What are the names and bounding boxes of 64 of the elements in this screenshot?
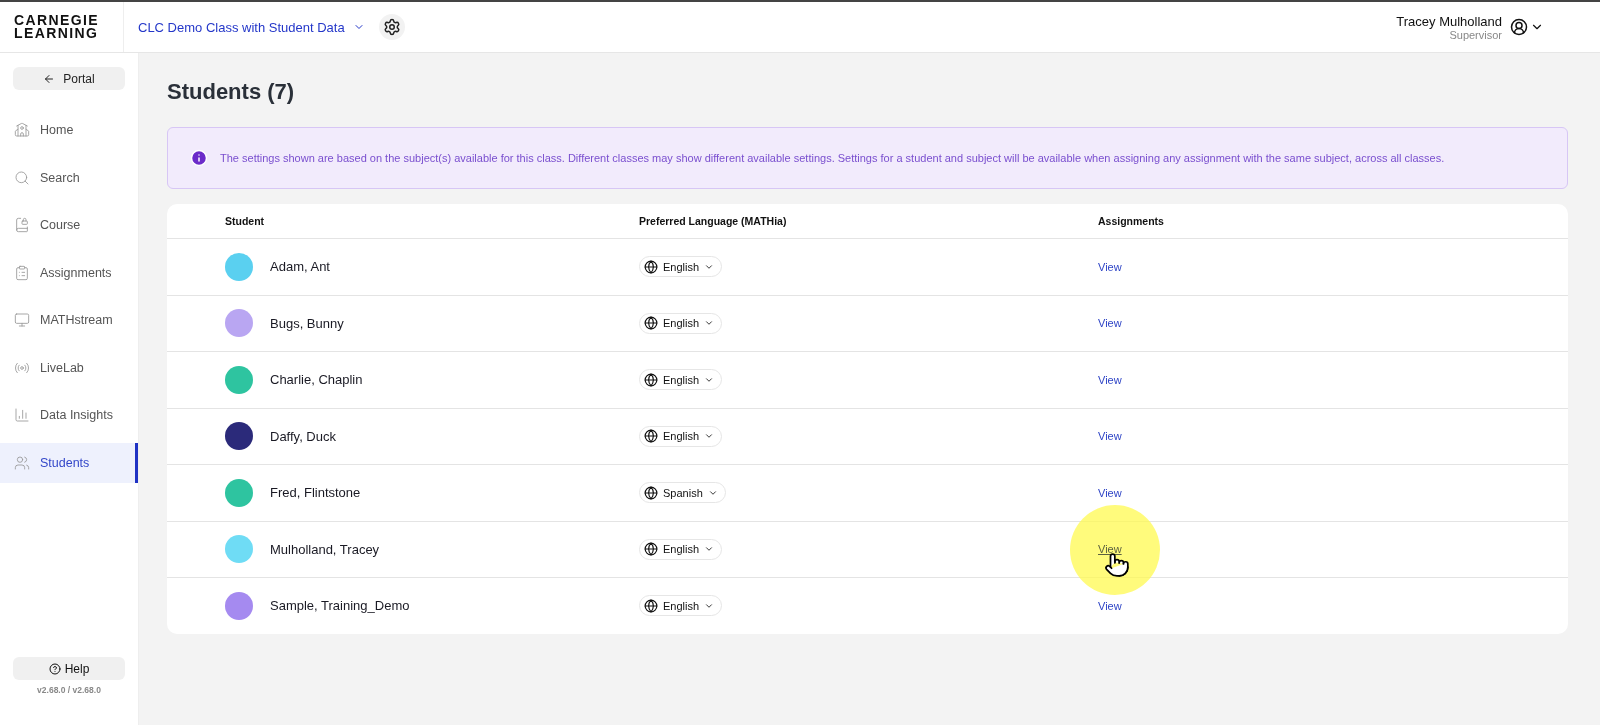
view-link[interactable]: View xyxy=(1098,430,1122,443)
language-dropdown[interactable]: English xyxy=(639,425,723,447)
help-icon xyxy=(48,662,61,675)
nav-icon xyxy=(14,122,30,138)
student-name: Mulholland, Tracey xyxy=(270,541,380,557)
globe-icon xyxy=(644,598,658,613)
view-link[interactable]: View xyxy=(1098,317,1122,330)
language-dropdown[interactable]: English xyxy=(639,595,723,617)
nav-item[interactable]: Search xyxy=(0,157,138,198)
view-link[interactable]: View xyxy=(1098,486,1122,499)
student-name: Daffy, Duck xyxy=(270,428,336,444)
user-name: Tracey Mulholland xyxy=(1396,13,1502,29)
globe-icon xyxy=(644,316,658,331)
nav-item[interactable]: MATHstream xyxy=(0,300,138,340)
student-name: Sample, Training_Demo xyxy=(270,598,410,614)
hand-cursor-icon xyxy=(1104,552,1130,579)
settings-button[interactable] xyxy=(378,14,405,40)
globe-icon xyxy=(644,542,658,557)
logo-text: CARNEGIE xyxy=(14,14,101,27)
info-message: The settings shown are based on the subject(s) available for this class. Different classes may show different available settings. Settings for a student and subject will be available when assigning any assignment with the same subject, across all classes. xyxy=(220,152,1445,164)
globe-icon xyxy=(644,485,658,500)
view-link[interactable]: View xyxy=(1098,599,1122,612)
nav-icon xyxy=(14,454,30,471)
language-dropdown[interactable]: English xyxy=(639,369,723,391)
student-name: Charlie, Chaplin xyxy=(270,372,363,388)
nav-icon xyxy=(14,264,30,281)
student-name: Fred, Flintstone xyxy=(270,485,361,501)
nav-item[interactable]: LiveLab xyxy=(0,347,138,388)
user-menu-button[interactable] xyxy=(1510,18,1544,36)
language-dropdown[interactable]: Spanish xyxy=(639,482,726,504)
version-text: v2.68.0 / v2.68.0 xyxy=(37,685,101,695)
nav-icon xyxy=(14,407,30,423)
nav-item[interactable]: Data Insights xyxy=(0,395,138,435)
arrow-left-icon xyxy=(43,72,56,85)
help-button[interactable]: Help xyxy=(13,657,125,680)
globe-icon xyxy=(644,429,658,444)
student-name: Adam, Ant xyxy=(270,259,330,275)
nav-item[interactable]: Assignments xyxy=(0,252,138,293)
nav-item[interactable]: Home xyxy=(0,110,138,150)
student-name: Bugs, Bunny xyxy=(270,315,344,331)
column-header: Preferred Language (MATHia) xyxy=(639,215,788,227)
info-icon xyxy=(190,149,208,167)
language-dropdown[interactable]: English xyxy=(639,312,723,334)
column-header: Assignments xyxy=(1098,215,1165,227)
language-dropdown[interactable]: English xyxy=(639,256,723,278)
globe-icon xyxy=(644,372,658,387)
language-dropdown[interactable]: English xyxy=(639,538,723,560)
nav-icon xyxy=(14,169,30,186)
nav-icon xyxy=(14,217,30,233)
nav-icon xyxy=(14,312,30,328)
view-link[interactable]: View xyxy=(1098,373,1122,386)
user-role: Supervisor xyxy=(1449,28,1502,41)
user-avatar-icon xyxy=(1510,18,1528,36)
settings-icon xyxy=(382,18,401,36)
nav-item[interactable]: Students xyxy=(0,442,138,483)
column-header: Student xyxy=(225,215,266,227)
class-selector[interactable]: CLC Demo Class with Student Data xyxy=(132,18,371,36)
nav-item[interactable]: Course xyxy=(0,205,138,245)
portal-button[interactable]: Portal xyxy=(13,67,125,90)
logo-text: LEARNING xyxy=(14,27,100,40)
globe-icon xyxy=(644,259,658,274)
view-link[interactable]: View xyxy=(1098,543,1122,556)
page-title: Students (7) xyxy=(167,79,296,105)
view-link[interactable]: View xyxy=(1098,260,1122,273)
